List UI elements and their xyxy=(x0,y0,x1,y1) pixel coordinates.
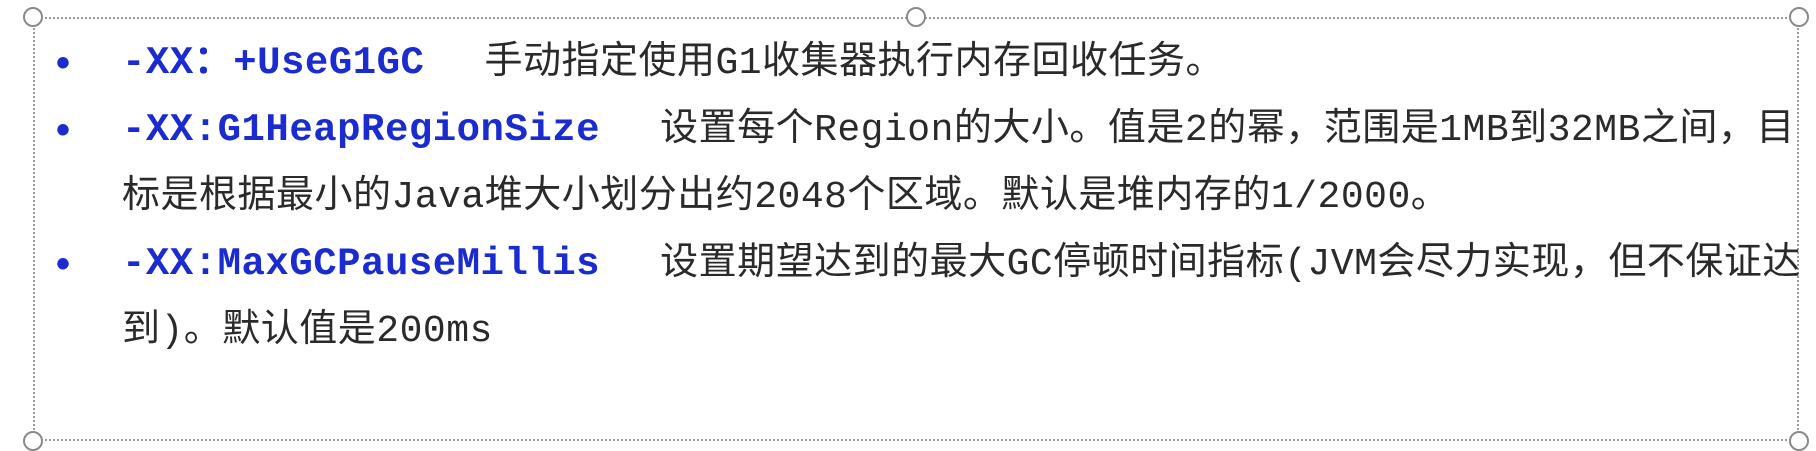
resize-handle-top-right[interactable] xyxy=(1789,7,1809,27)
list-item: • -XX：+UseG1GC 手动指定使用G1收集器执行内存回收任务。 xyxy=(50,30,1816,97)
bullet-dot: • xyxy=(56,242,71,286)
bullet-dot: • xyxy=(56,41,71,85)
resize-handle-bottom-left[interactable] xyxy=(23,431,43,451)
list-item: • -XX:MaxGCPauseMillis 设置期望达到的最大GC停顿时间指标(… xyxy=(50,231,1816,365)
resize-handle-bottom-right[interactable] xyxy=(1789,431,1809,451)
jvm-param: -XX:G1HeapRegionSize xyxy=(122,108,601,152)
jvm-param: -XX:MaxGCPauseMillis xyxy=(122,242,601,286)
bullet-dot: • xyxy=(56,108,71,152)
jvm-param: -XX：+UseG1GC xyxy=(122,41,425,85)
param-description: 手动指定使用G1收集器执行内存回收任务。 xyxy=(484,42,1225,85)
list-item: • -XX:G1HeapRegionSize 设置每个Region的大小。值是2的… xyxy=(50,97,1816,231)
bullet-list: • -XX：+UseG1GC 手动指定使用G1收集器执行内存回收任务。 • -XX… xyxy=(50,30,1800,365)
resize-handle-top-center[interactable] xyxy=(906,7,926,27)
resize-handle-top-left[interactable] xyxy=(23,7,43,27)
